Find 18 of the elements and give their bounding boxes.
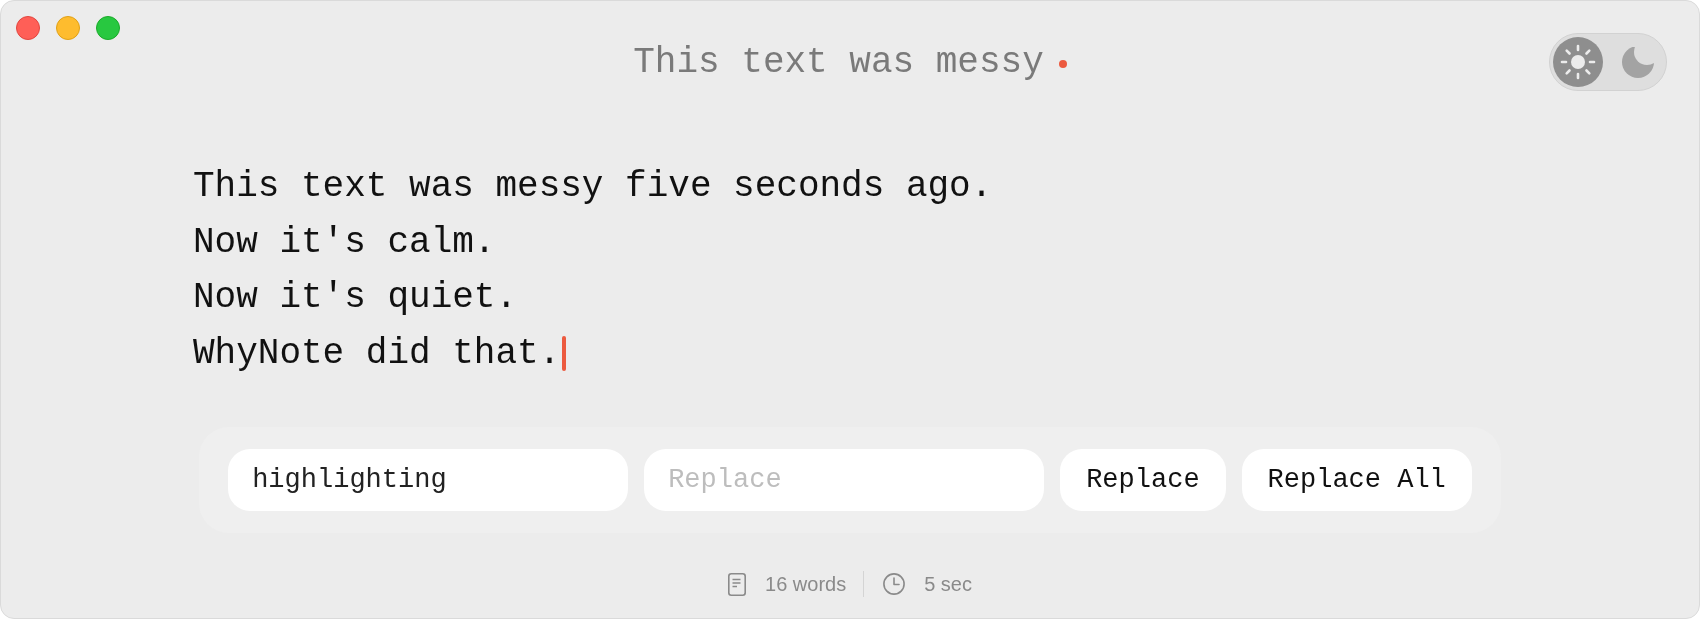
paragraph-line: This text was messy five seconds ago. [193, 165, 993, 209]
moon-icon[interactable] [1622, 46, 1654, 78]
zoom-button[interactable] [96, 16, 120, 40]
document-icon [728, 572, 746, 596]
paragraph-line: WhyNote did that. [193, 331, 561, 376]
paragraph-line: Now it's quiet. [193, 276, 518, 320]
clock-icon [883, 573, 906, 595]
search-field[interactable]: highlighting [228, 449, 629, 511]
close-button[interactable] [16, 16, 40, 40]
window-title: This text was messy [633, 41, 1044, 85]
replace-field[interactable]: Replace [644, 449, 1045, 511]
word-count: 16 words [765, 572, 847, 596]
sun-icon[interactable] [1553, 37, 1603, 87]
paragraph-line: Now it's calm. [193, 220, 496, 265]
time-count: 5 sec [924, 572, 972, 596]
replace-button[interactable]: Replace [1060, 449, 1226, 511]
minimize-button[interactable] [56, 16, 80, 40]
replace-button[interactable]: Replace All [1241, 449, 1472, 511]
